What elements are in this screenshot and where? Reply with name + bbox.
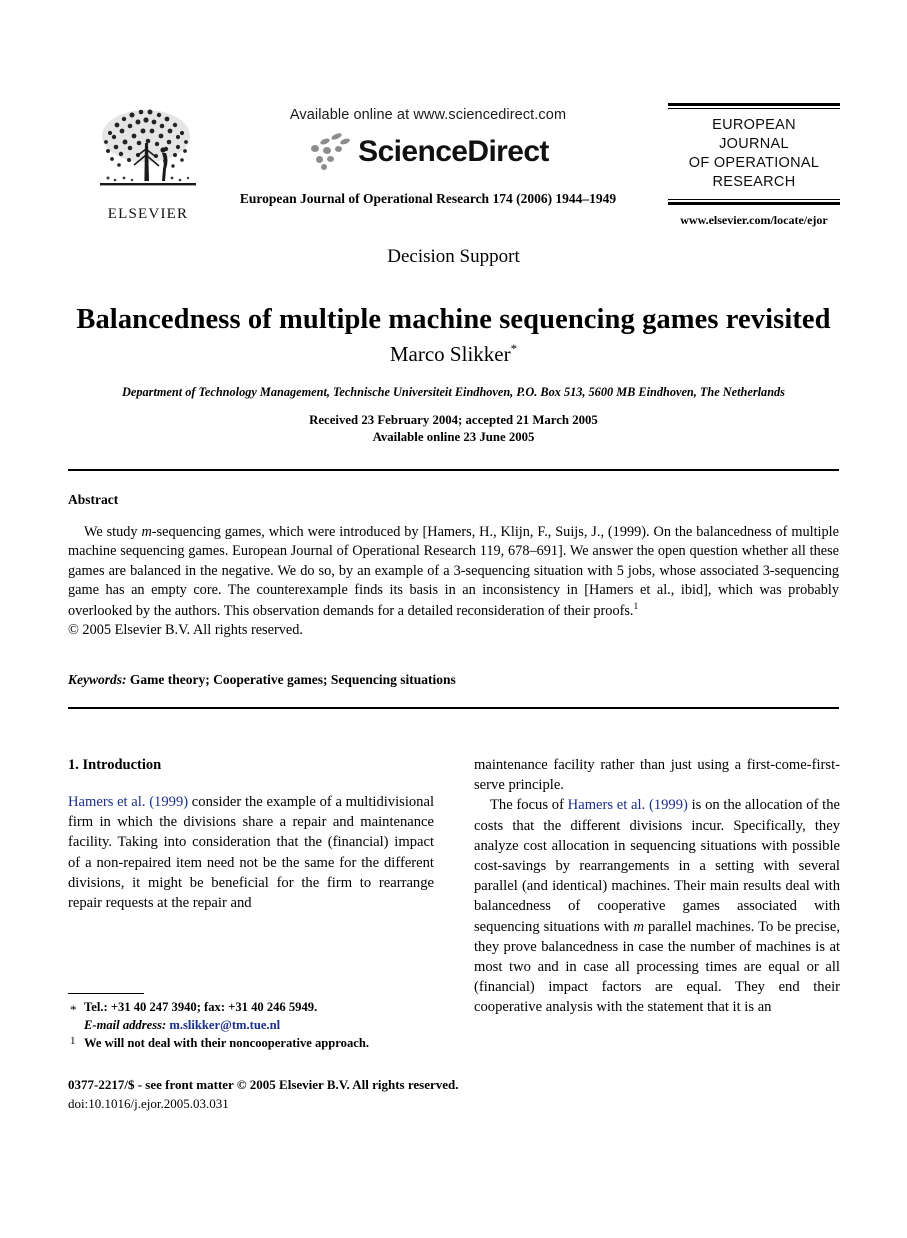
abstract-footnote-marker[interactable]: 1 [634, 602, 639, 612]
available-online-text: Available online at www.sciencedirect.co… [289, 107, 567, 123]
abstract-bottom-rule [68, 707, 839, 709]
issn-copyright-line: 0377-2217/$ - see front matter © 2005 El… [68, 1077, 459, 1092]
elsevier-wordmark: ELSEVIER [107, 206, 189, 222]
sciencedirect-wordmark: ScienceDirect [358, 135, 549, 168]
footnote-separator-rule [68, 993, 144, 994]
journal-name: EUROPEAN JOURNAL OF OPERATIONAL RESEARCH [668, 116, 840, 193]
elsevier-logo: ELSEVIER [93, 103, 203, 231]
article-dates: Received 23 February 2004; accepted 21 M… [0, 412, 907, 447]
abstract-body: We study m-sequencing games, which were … [68, 523, 839, 640]
journal-homepage-url[interactable]: www.elsevier.com/locate/ejor [668, 213, 840, 228]
body-column-left: 1. Introduction Hamers et al. (1999) con… [68, 755, 434, 913]
intro-paragraph-2-text-a: is on the allocation of the costs that t… [474, 797, 840, 935]
intro-italic-m: m [633, 918, 644, 935]
sciencedirect-dots-icon [307, 131, 353, 172]
footnote-one-text: We will not deal with their noncooperati… [84, 1035, 369, 1050]
elsevier-tree-icon [96, 103, 200, 205]
journal-citation: European Journal of Operational Research… [239, 191, 617, 206]
author-line: Marco Slikker* [0, 341, 907, 367]
abstract-paragraph: We study m-sequencing games, which were … [68, 523, 839, 621]
citation-link-hamers-1999[interactable]: Hamers et al. (1999) [68, 794, 188, 810]
abstract-top-rule [68, 469, 839, 471]
sciencedirect-logo: ScienceDirect [218, 131, 638, 172]
footnote-marker-star: * [70, 1002, 77, 1017]
footnote-marker-1: 1 [70, 1034, 76, 1047]
masthead: ELSEVIER Available online at www.science… [68, 95, 840, 235]
page-footer: 0377-2217/$ - see front matter © 2005 El… [68, 1076, 568, 1114]
page-title: Balancedness of multiple machine sequenc… [76, 304, 831, 336]
keywords-line: Keywords: Game theory; Cooperative games… [68, 672, 839, 688]
journal-box-top-rules [668, 103, 840, 109]
keywords-label: Keywords: [68, 672, 127, 687]
intro-paragraph-1-continued: maintenance facility rather than just us… [474, 757, 840, 794]
citation-link-hamers-1999-second[interactable]: Hamers et al. (1999) [568, 797, 688, 813]
journal-name-line1: EUROPEAN [712, 117, 796, 133]
footnote-corresponding-author: * Tel.: +31 40 247 3940; fax: +31 40 246… [68, 999, 434, 1035]
intro-paragraph-1: Hamers et al. (1999) consider the exampl… [68, 792, 434, 913]
journal-name-line3: OF OPERATIONAL [688, 155, 820, 172]
paper-page: ELSEVIER Available online at www.science… [0, 0, 907, 1238]
journal-name-line2: JOURNAL [719, 136, 789, 153]
available-online-line: Available online 23 June 2005 [372, 430, 535, 445]
intro-paragraph-2: The focus of Hamers et al. (1999) is on … [474, 795, 840, 1017]
intro-paragraph-2-pre: The focus of [490, 797, 568, 814]
section-heading-introduction: 1. Introduction [68, 757, 162, 773]
abstract-text-main: -sequencing games, which were introduced… [68, 524, 839, 619]
footnote-one: 1 We will not deal with their noncoopera… [68, 1035, 434, 1053]
intro-paragraph-1-text: consider the example of a multidivisiona… [68, 794, 435, 912]
journal-logo-box: EUROPEAN JOURNAL OF OPERATIONAL RESEARCH… [668, 103, 840, 228]
abstract-italic-m: m [141, 524, 152, 540]
footnote-tel-fax: Tel.: +31 40 247 3940; fax: +31 40 246 5… [84, 1000, 318, 1014]
author-email-link[interactable]: m.slikker@tm.tue.nl [169, 1018, 280, 1032]
footnotes-block: * Tel.: +31 40 247 3940; fax: +31 40 246… [68, 993, 434, 1053]
abstract-text-pre: We study [84, 524, 142, 540]
sciencedirect-block: Available online at www.sciencedirect.co… [218, 107, 638, 207]
author-affiliation: Department of Technology Management, Tec… [122, 385, 785, 399]
author-footnote-marker[interactable]: * [511, 341, 518, 356]
abstract-copyright: © 2005 Elsevier B.V. All rights reserved… [68, 621, 303, 638]
abstract-heading: Abstract [68, 492, 119, 507]
doi-line[interactable]: doi:10.1016/j.ejor.2005.03.031 [68, 1095, 568, 1114]
journal-box-bottom-rules [668, 198, 840, 205]
received-accepted-line: Received 23 February 2004; accepted 21 M… [309, 413, 598, 427]
keywords-value: Game theory; Cooperative games; Sequenci… [129, 672, 456, 687]
article-section-kind: Decision Support [387, 246, 520, 267]
journal-name-line4: RESEARCH [712, 174, 796, 191]
author-name: Marco Slikker [389, 342, 511, 366]
body-column-right: maintenance facility rather than just us… [474, 755, 840, 1018]
footnote-email-label: E-mail address: [84, 1017, 167, 1032]
